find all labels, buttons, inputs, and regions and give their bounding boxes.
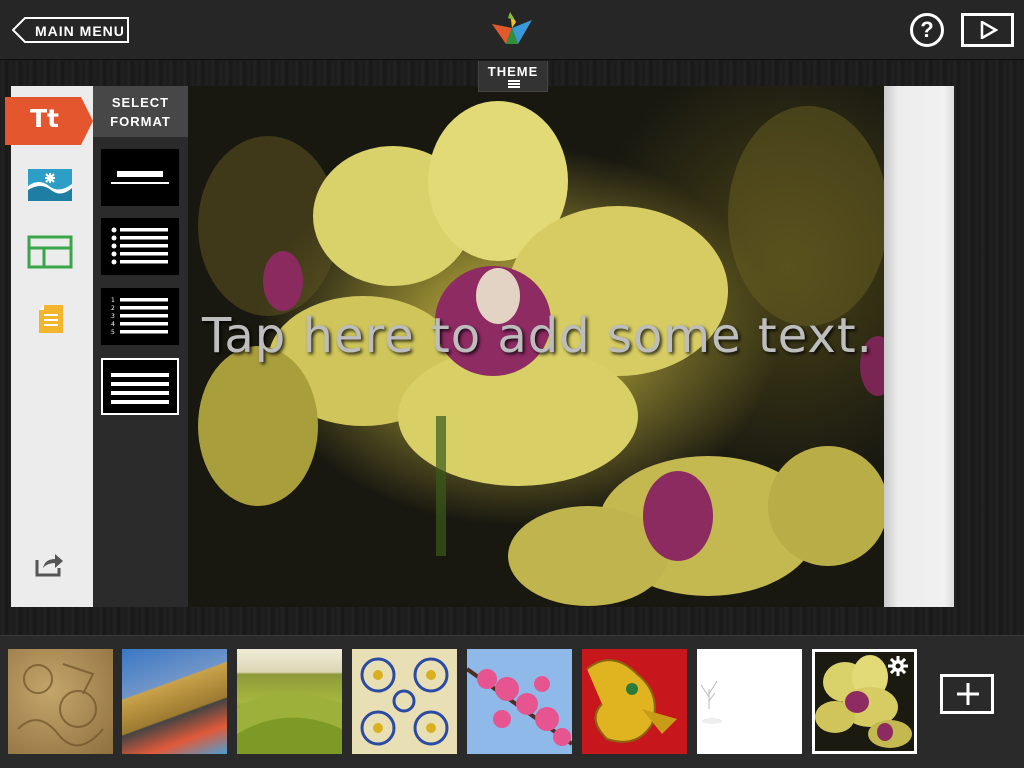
image-tool-button[interactable] (27, 168, 73, 202)
svg-text:2: 2 (111, 305, 115, 312)
svg-text:3: 3 (111, 313, 115, 320)
format-panel: SELECT FORMAT 1 2 3 4 5 (93, 86, 188, 607)
format-numbered-option[interactable]: 1 2 3 4 5 (101, 288, 179, 345)
share-icon (35, 554, 63, 577)
thumbnail-yellow-orchid[interactable] (812, 649, 917, 754)
help-button[interactable]: ? (910, 13, 944, 47)
layout-tool-button[interactable] (27, 235, 73, 269)
thumbnail-white-tree[interactable] (697, 649, 802, 754)
image-icon (28, 169, 72, 201)
notes-tool-button[interactable] (38, 304, 64, 334)
text-tool-button[interactable]: Tt (5, 97, 93, 145)
golden-dragon-image (586, 659, 677, 743)
format-bullets-option[interactable] (101, 218, 179, 275)
numbered-list-icon: 1 2 3 4 5 (111, 297, 168, 336)
thumbnail-building-facade[interactable] (122, 649, 227, 754)
tool-sidebar (11, 86, 93, 607)
page-edge (884, 86, 954, 607)
svg-text:5: 5 (111, 329, 115, 336)
plus-icon (957, 683, 979, 705)
title-format-icon (111, 171, 169, 184)
play-button[interactable] (961, 13, 1014, 47)
text-tool-label: Tt (30, 104, 60, 133)
theme-label: THEME (487, 64, 539, 79)
bulleted-list-icon (111, 227, 168, 265)
pink-blossoms-image (465, 667, 574, 746)
carved-stone-image (17, 663, 104, 747)
svg-text:1: 1 (111, 297, 115, 304)
green-hills-image (237, 692, 342, 754)
thumbnail-green-hills[interactable] (237, 649, 342, 754)
share-button[interactable] (33, 550, 65, 578)
thumbnail-carved-stone[interactable] (8, 649, 113, 754)
white-tree-image (700, 680, 722, 724)
top-bar: MAIN MENU ? (0, 0, 1024, 60)
blue-tiles-image (360, 657, 449, 746)
text-placeholder[interactable]: Tap here to add some text. (202, 308, 882, 364)
main-menu-button[interactable]: MAIN MENU (12, 17, 130, 43)
format-panel-title: SELECT FORMAT (93, 86, 188, 137)
theme-tab[interactable]: THEME (478, 61, 548, 92)
add-slide-button[interactable] (940, 674, 994, 714)
app-logo-icon (492, 12, 532, 44)
thumbnail-blue-tiles[interactable] (352, 649, 457, 754)
gear-icon[interactable] (888, 656, 908, 676)
notes-icon (39, 305, 63, 333)
menu-lines-icon (508, 80, 520, 88)
format-paragraph-option[interactable] (101, 358, 179, 415)
slide-canvas[interactable]: Tap here to add some text. (188, 86, 884, 607)
format-title-option[interactable] (101, 149, 179, 206)
svg-text:4: 4 (111, 321, 115, 328)
thumbnail-golden-dragon[interactable] (582, 649, 687, 754)
play-icon (980, 21, 998, 39)
paragraph-icon (111, 373, 169, 404)
slide-filmstrip (0, 635, 1024, 768)
layout-icon (27, 235, 73, 269)
thumbnail-pink-blossoms[interactable] (465, 649, 574, 754)
main-menu-label: MAIN MENU (35, 23, 125, 39)
